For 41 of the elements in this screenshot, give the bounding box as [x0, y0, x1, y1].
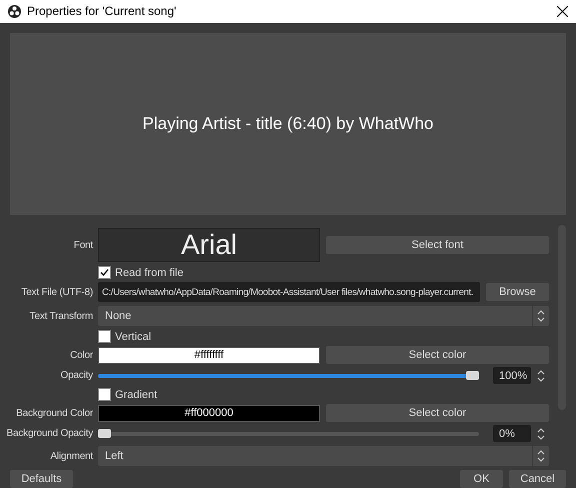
color-swatch: #ff000000 — [98, 404, 320, 422]
font-preview: Arial — [98, 228, 320, 262]
dropdown[interactable]: None — [98, 306, 549, 326]
field-label: Background Opacity — [6, 428, 93, 439]
close-icon[interactable] — [557, 6, 568, 17]
checkbox-label: Vertical — [115, 330, 152, 342]
cancel-button[interactable]: Cancel — [509, 470, 566, 488]
checkbox[interactable] — [98, 266, 111, 279]
slider-thumb[interactable] — [98, 429, 111, 438]
field-label: Font — [74, 240, 93, 250]
browse-button[interactable]: Browse — [486, 283, 549, 301]
slider[interactable] — [98, 371, 479, 380]
field-label: Opacity — [60, 370, 93, 381]
select-color-button[interactable]: Select color — [326, 346, 549, 364]
ok-button[interactable]: OK — [460, 470, 503, 488]
slider-thumb[interactable] — [466, 371, 479, 380]
field-label: Background Color — [16, 408, 93, 418]
dropdown[interactable]: Left — [98, 446, 549, 466]
spin-arrows-icon[interactable] — [537, 428, 545, 440]
field-label: Color — [70, 350, 93, 360]
checkbox[interactable] — [98, 388, 111, 401]
field-label: Text File (UTF-8) — [21, 286, 93, 298]
checkbox-label: Read from file — [115, 266, 184, 278]
spin-arrows-icon[interactable] — [537, 450, 545, 462]
select-color-button[interactable]: Select color — [326, 404, 549, 422]
field-label: Text Transform — [30, 310, 93, 322]
number-field[interactable]: 0% — [493, 425, 531, 442]
slider[interactable] — [98, 429, 479, 438]
window-title: Properties for 'Current song' — [27, 4, 178, 18]
color-swatch: #ffffffff — [98, 346, 320, 364]
spin-arrows-icon[interactable] — [537, 310, 545, 322]
checkbox-label: Gradient — [115, 388, 158, 400]
number-field[interactable]: 100% — [493, 367, 531, 384]
field-label: Alignment — [50, 450, 93, 462]
select-font-button[interactable]: Select font — [326, 236, 549, 254]
preview-text: Playing Artist - title (6:40) by WhatWho — [142, 114, 434, 134]
file-path-field[interactable]: C:/Users/whatwho/AppData/Roaming/Moobot-Assistant/User files/whatwho.song-player.current. — [98, 282, 480, 302]
defaults-button[interactable]: Defaults — [10, 470, 73, 488]
app-logo-icon — [8, 4, 21, 18]
spin-arrows-icon[interactable] — [537, 370, 545, 382]
checkbox[interactable] — [98, 330, 111, 343]
